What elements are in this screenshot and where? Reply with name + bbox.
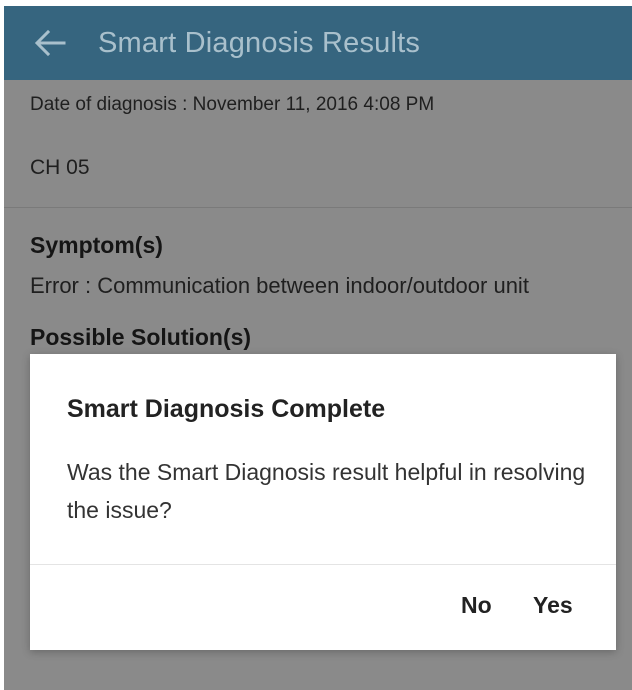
- diagnosis-date: Date of diagnosis : November 11, 2016 4:…: [30, 94, 435, 115]
- dialog-title: Smart Diagnosis Complete: [67, 395, 386, 423]
- divider: [4, 207, 632, 208]
- back-button[interactable]: [30, 23, 70, 63]
- page-title: Smart Diagnosis Results: [98, 26, 421, 59]
- app-bar: Smart Diagnosis Results: [4, 6, 632, 80]
- dialog-divider: [30, 564, 616, 565]
- symptom-heading: Symptom(s): [30, 232, 163, 258]
- arrow-left-icon: [34, 29, 66, 57]
- yes-button[interactable]: Yes: [533, 592, 573, 619]
- solution-heading: Possible Solution(s): [30, 324, 252, 350]
- no-button[interactable]: No: [461, 592, 492, 619]
- feedback-dialog: Smart Diagnosis Complete Was the Smart D…: [30, 354, 616, 650]
- dialog-message: Was the Smart Diagnosis result helpful i…: [67, 459, 586, 523]
- diagnosis-model: CH 05: [30, 156, 90, 179]
- symptom-text: Error : Communication between indoor/out…: [30, 273, 529, 298]
